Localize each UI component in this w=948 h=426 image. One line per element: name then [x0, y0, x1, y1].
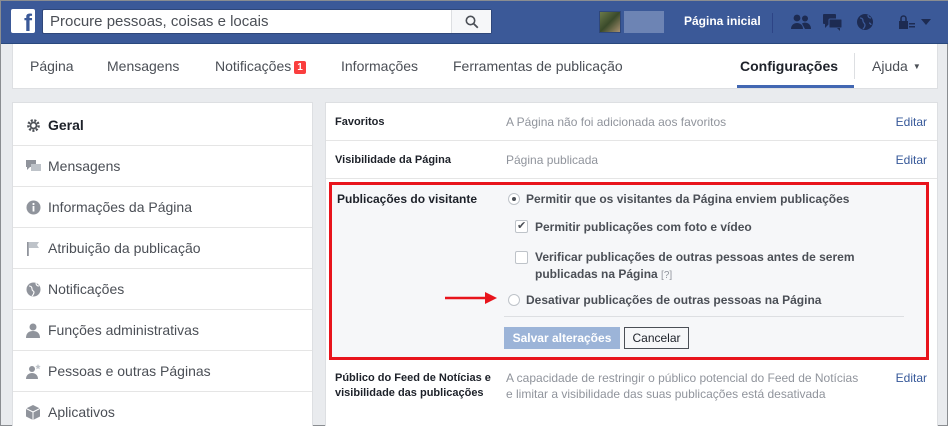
sidebar-item-label: Notificações	[48, 281, 125, 297]
visitor-posts-section: Publicações do visitante Permitir que os…	[329, 182, 929, 360]
checkbox-review-posts[interactable]	[515, 251, 528, 264]
option-label-continued: publicadas na Página [?]	[535, 267, 672, 281]
gear-icon	[25, 117, 41, 133]
topbar-divider	[772, 13, 773, 33]
edit-link[interactable]: Editar	[896, 115, 927, 129]
sidebar-item-aplicativos[interactable]: Aplicativos	[13, 392, 312, 426]
sidebar-item-label: Atribuição da publicação	[48, 240, 201, 256]
settings-row-visibilidade: Visibilidade da Página Página publicada …	[326, 141, 937, 179]
settings-panel: Favoritos A Página não foi adicionada ao…	[325, 102, 938, 426]
row-value: Página publicada	[506, 153, 599, 167]
user-name-redacted[interactable]	[624, 11, 664, 33]
friends-icon[interactable]	[789, 11, 813, 33]
option-label: Permitir que os visitantes da Página env…	[526, 192, 850, 206]
sidebar-item-label: Pessoas e outras Páginas	[48, 363, 211, 379]
sidebar-item-notificacoes[interactable]: Notificações	[13, 269, 312, 310]
edit-link[interactable]: Editar	[896, 153, 927, 167]
option-label-line-2: publicadas na Página	[535, 267, 658, 281]
sidebar-item-informacoes[interactable]: Informações da Página	[13, 187, 312, 228]
row-value: A Página não foi adicionada aos favorito…	[506, 115, 727, 129]
tab-notificacoes[interactable]: Notificações 1	[215, 58, 306, 74]
row-label: Favoritos	[335, 116, 385, 128]
sidebar-item-geral[interactable]: Geral	[13, 105, 312, 146]
caret-down-icon: ▼	[912, 62, 921, 71]
globe-icon[interactable]	[853, 11, 877, 33]
save-changes-button[interactable]: Salvar alterações	[504, 327, 620, 349]
facebook-logo[interactable]: f	[11, 9, 35, 36]
option-label: Verificar publicações de outras pessoas …	[535, 250, 855, 264]
tab-ferramentas-publicacao[interactable]: Ferramentas de publicação	[453, 58, 623, 74]
messages-icon	[25, 158, 41, 174]
settings-row-favoritos: Favoritos A Página não foi adicionada ao…	[326, 103, 937, 141]
sidebar-item-funcoes[interactable]: Funções administrativas	[13, 310, 312, 351]
row-label: Público do Feed de Notícias e	[335, 372, 491, 384]
sidebar-item-label: Geral	[48, 117, 84, 133]
sidebar-item-pessoas[interactable]: Pessoas e outras Páginas	[13, 351, 312, 392]
row-label: Visibilidade da Página	[335, 154, 451, 166]
lock-icon[interactable]	[895, 11, 919, 33]
help-menu[interactable]: Ajuda ▼	[872, 58, 921, 74]
tab-pagina[interactable]: Página	[30, 58, 74, 74]
top-bar: f Página inicial	[1, 1, 948, 44]
sidebar-item-atribuicao[interactable]: Atribuição da publicação	[13, 228, 312, 269]
help-menu-label: Ajuda	[872, 58, 908, 74]
tab-configuracoes[interactable]: Configurações	[740, 58, 838, 74]
sidebar-item-mensagens[interactable]: Mensagens	[13, 146, 312, 187]
nav-divider	[854, 53, 855, 79]
cube-icon	[25, 404, 41, 420]
search-icon	[465, 15, 478, 28]
cancel-button[interactable]: Cancelar	[624, 327, 689, 349]
settings-row-news-feed: Público do Feed de Notícias e visibilida…	[326, 365, 937, 415]
tab-notificacoes-label: Notificações	[215, 58, 292, 74]
info-icon	[25, 199, 41, 215]
flag-icon	[25, 240, 41, 256]
page-nav: Página Mensagens Notificações 1 Informaçõ…	[12, 44, 938, 89]
sidebar-item-label: Funções administrativas	[48, 322, 199, 338]
active-tab-indicator	[737, 85, 854, 88]
settings-sidebar: Geral Mensagens Informações da Página At…	[12, 102, 313, 426]
search-input[interactable]	[43, 10, 453, 33]
caret-down-icon[interactable]	[919, 11, 933, 33]
user-avatar[interactable]	[599, 11, 621, 33]
person-icon	[25, 322, 41, 338]
option-label: Permitir publicações com foto e vídeo	[535, 220, 752, 234]
section-label: Publicações do visitante	[337, 192, 478, 206]
help-link[interactable]: [?]	[661, 270, 672, 281]
search-button[interactable]	[451, 10, 491, 33]
home-link[interactable]: Página inicial	[684, 14, 761, 28]
globe-icon	[25, 281, 41, 297]
person-star-icon	[25, 363, 41, 379]
sidebar-item-label: Informações da Página	[48, 199, 192, 215]
tab-mensagens[interactable]: Mensagens	[107, 58, 179, 74]
radio-disable-visitor-posts[interactable]	[508, 294, 520, 306]
notification-badge: 1	[294, 61, 306, 74]
tab-informacoes[interactable]: Informações	[341, 58, 418, 74]
edit-link[interactable]: Editar	[896, 371, 927, 385]
option-label: Desativar publicações de outras pessoas …	[526, 293, 822, 307]
sidebar-item-label: Aplicativos	[48, 404, 115, 420]
section-divider	[504, 316, 904, 317]
checkbox-photo-video[interactable]	[515, 219, 528, 233]
search-box	[42, 9, 492, 34]
radio-allow-visitor-posts[interactable]	[508, 193, 520, 205]
messages-icon[interactable]	[821, 11, 845, 33]
annotation-arrow-icon	[445, 292, 497, 304]
row-label-line-2: visibilidade das publicações	[335, 387, 484, 399]
sidebar-item-label: Mensagens	[48, 158, 121, 174]
row-value: A capacidade de restringir o público pot…	[506, 371, 859, 385]
row-value-line-2: e limitar a visibilidade das suas public…	[506, 387, 826, 401]
